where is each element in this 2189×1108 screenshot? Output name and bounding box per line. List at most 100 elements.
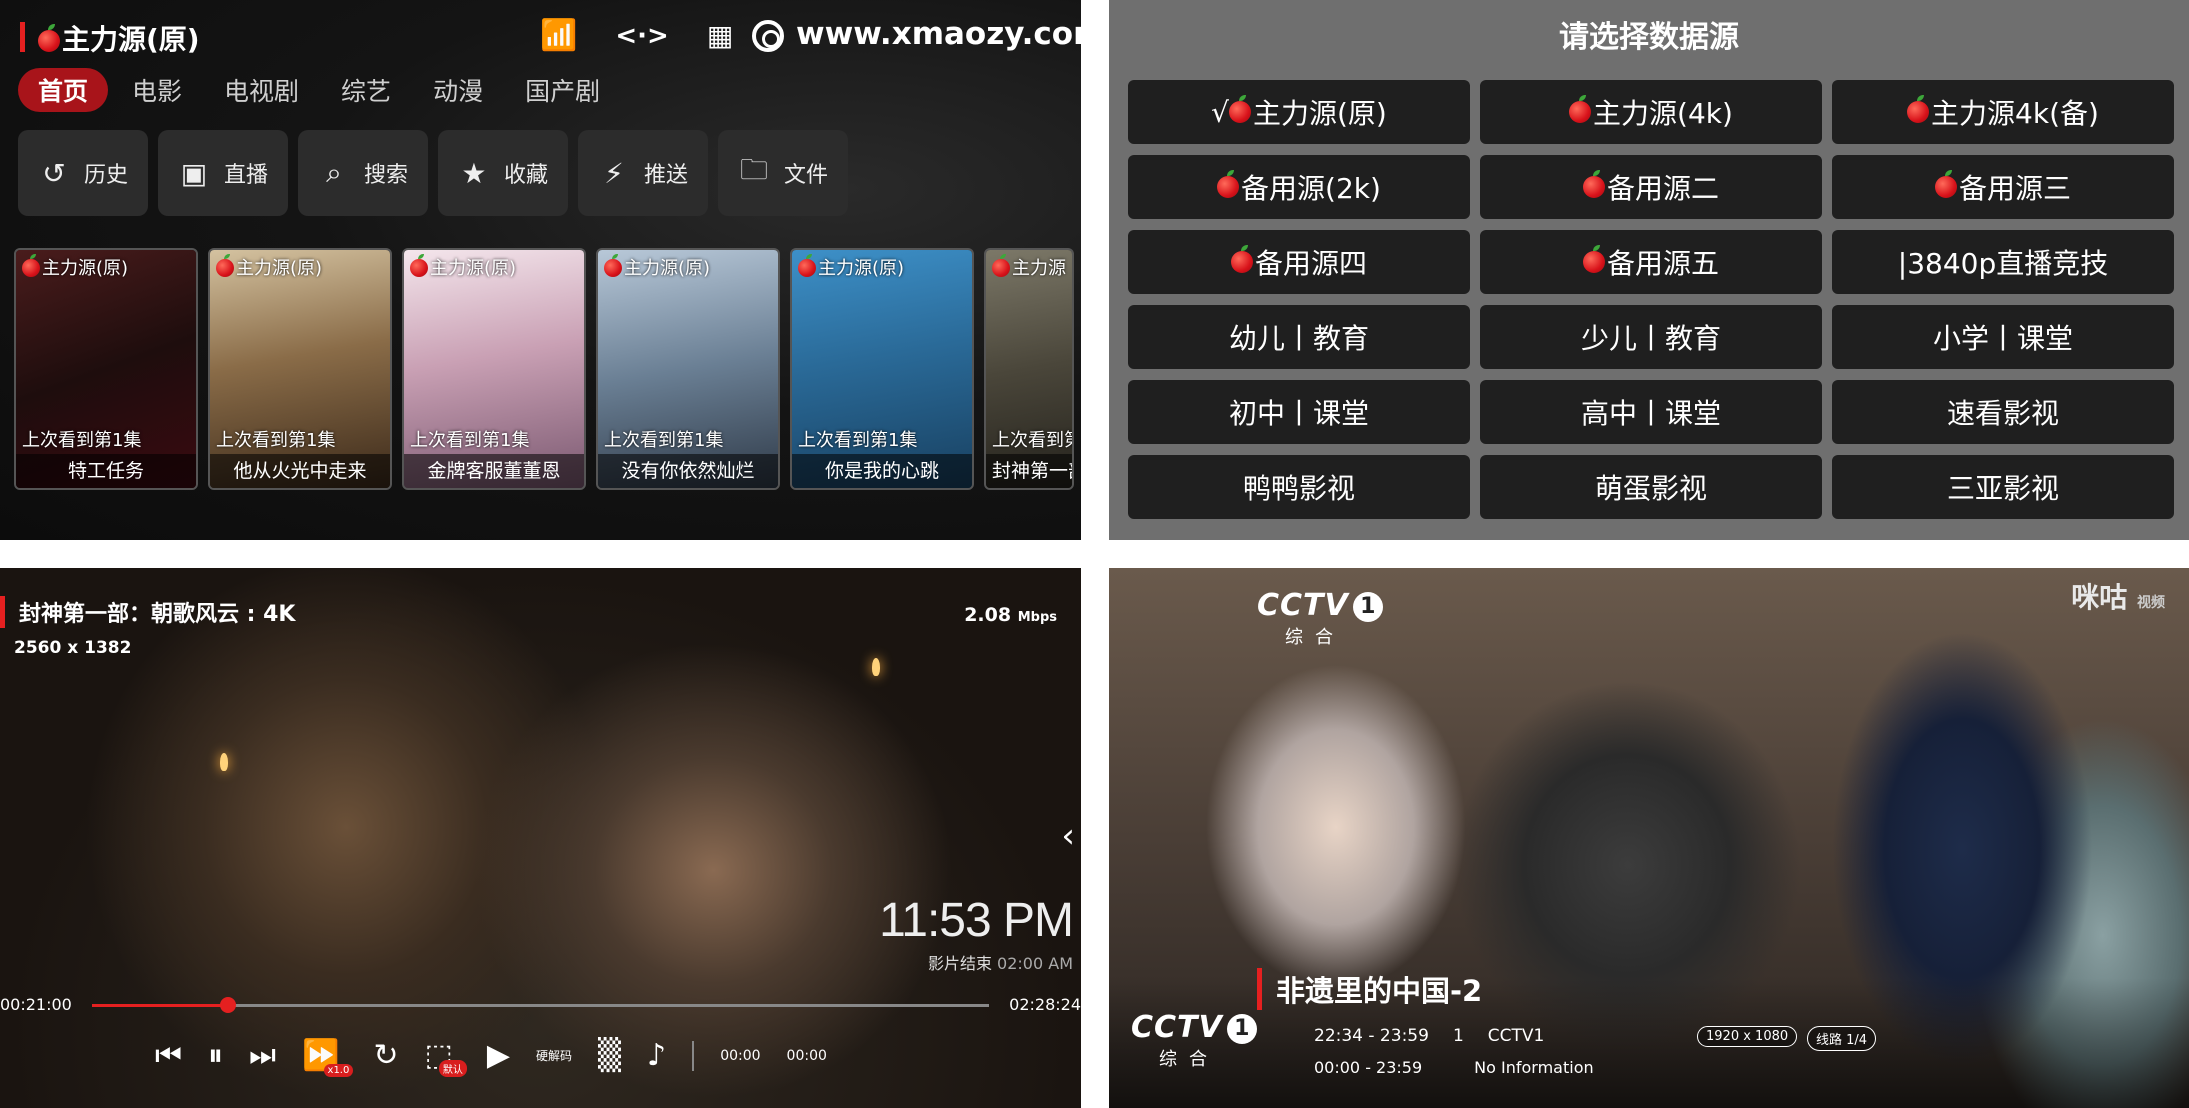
- poster-progress: 上次看到第1集: [604, 430, 724, 451]
- history-icon: ↺: [42, 156, 66, 190]
- channel-logo-sub: 综合: [1285, 627, 1345, 648]
- tab-domestic[interactable]: 国产剧: [507, 68, 618, 112]
- tab-home[interactable]: 首页: [18, 68, 109, 112]
- source-option[interactable]: |3840p直播竞技: [1832, 230, 2174, 294]
- gear-icon[interactable]: [752, 20, 784, 52]
- previous-icon[interactable]: ⏮: [155, 1038, 182, 1073]
- decoder-button[interactable]: 硬解码: [536, 1047, 572, 1064]
- tab-tv[interactable]: 电视剧: [206, 68, 317, 112]
- source-option[interactable]: 三亚影视: [1832, 455, 2174, 519]
- wifi-icon[interactable]: 📶: [540, 18, 577, 53]
- source-option-label: 备用源二: [1606, 172, 1719, 205]
- source-option[interactable]: 高中丨课堂: [1480, 380, 1822, 444]
- player-mode-icon[interactable]: ▶: [487, 1038, 510, 1073]
- tab-anime[interactable]: 动漫: [415, 68, 501, 112]
- program-title: 非遗里的中国-2: [1257, 968, 1482, 1010]
- subtitle-icon[interactable]: ▒: [598, 1038, 621, 1073]
- apple-icon: [1907, 95, 1930, 123]
- source-option[interactable]: 初中丨课堂: [1128, 380, 1470, 444]
- source-option[interactable]: 萌蛋影视: [1480, 455, 1822, 519]
- source-option[interactable]: 备用源(2k): [1128, 155, 1470, 219]
- seek-bar[interactable]: [92, 997, 989, 1013]
- pause-icon[interactable]: ⏸: [208, 1038, 223, 1073]
- skip-intro-time[interactable]: 00:00: [720, 1048, 760, 1064]
- source-option-label: 萌蛋影视: [1594, 472, 1707, 505]
- source-option[interactable]: 鸭鸭影视: [1128, 455, 1470, 519]
- source-option[interactable]: 主力源4k(备): [1832, 80, 2174, 144]
- code-icon[interactable]: <·>: [615, 21, 668, 51]
- source-option[interactable]: 幼儿丨教育: [1128, 305, 1470, 369]
- source-option[interactable]: 主力源(4k): [1480, 80, 1822, 144]
- poster-source: 主力源(原): [410, 254, 516, 280]
- replay-icon[interactable]: ↻: [373, 1038, 398, 1073]
- watermark-sub: 视频: [2137, 595, 2165, 611]
- poster-source: 主力源(原): [798, 254, 904, 280]
- quick-actions: ↺ 历史 ▣ 直播 ⌕ 搜索 ★ 收藏 ⚡ 推送 🗀 文件: [18, 130, 848, 216]
- grid-icon[interactable]: ▦: [707, 19, 733, 52]
- source-option[interactable]: 备用源五: [1480, 230, 1822, 294]
- poster-card[interactable]: 主力源 上次看到第4 封神第一部: [984, 248, 1074, 490]
- apple-icon: [798, 254, 816, 277]
- history-button[interactable]: ↺ 历史: [18, 130, 148, 216]
- tab-movies[interactable]: 电影: [114, 68, 200, 112]
- files-button[interactable]: 🗀 文件: [718, 130, 848, 216]
- apple-icon: [22, 254, 40, 277]
- poster-source: 主力源(原): [604, 254, 710, 280]
- live-button[interactable]: ▣ 直播: [158, 130, 288, 216]
- poster-title: 金牌客服董董恩: [404, 454, 584, 488]
- source-option[interactable]: √ 主力源(原): [1128, 80, 1470, 144]
- source-option[interactable]: 少儿丨教育: [1480, 305, 1822, 369]
- source-option-label: |3840p直播竞技: [1897, 247, 2109, 280]
- source-option-label: 备用源四: [1254, 247, 1367, 280]
- tab-variety[interactable]: 综艺: [323, 68, 409, 112]
- push-label: 推送: [643, 163, 688, 188]
- channel-logo-text: CCTV: [1257, 588, 1349, 623]
- speed-button[interactable]: ⏩ x1.0: [302, 1038, 354, 1077]
- audio-track-icon[interactable]: ♪: [647, 1038, 666, 1073]
- channel-logo-number: 1: [1226, 1014, 1257, 1044]
- source-option[interactable]: 备用源四: [1128, 230, 1470, 294]
- line-tag[interactable]: 线路 1/4: [1807, 1026, 1877, 1051]
- candle-flame: [872, 658, 880, 676]
- source-options: √ 主力源(原) 主力源(4k) 主力源4k(备) 备用源(2k) 备用源二 备用源三备用…: [1128, 80, 2174, 519]
- poster-progress: 上次看到第1集: [410, 430, 530, 451]
- poster-card[interactable]: 主力源(原) 上次看到第1集 你是我的心跳: [790, 248, 974, 490]
- chevron-left-icon[interactable]: ‹: [1061, 816, 1075, 856]
- channel-logo-sub: 综合: [1159, 1049, 1219, 1070]
- search-button[interactable]: ⌕ 搜索: [298, 130, 428, 216]
- aspect-button[interactable]: ⬚ 默认: [425, 1038, 467, 1077]
- candle-flame: [220, 753, 228, 771]
- apple-icon: [1228, 95, 1251, 123]
- apple-icon: [1582, 245, 1605, 273]
- bitrate-unit: Mbps: [1017, 610, 1057, 625]
- apple-icon: [216, 254, 234, 277]
- poster-card[interactable]: 主力源(原) 上次看到第1集 他从火光中走来: [208, 248, 392, 490]
- dialog-title: 请选择数据源: [1559, 20, 1739, 55]
- favorites-button[interactable]: ★ 收藏: [438, 130, 568, 216]
- source-option-label: 幼儿丨教育: [1228, 322, 1369, 355]
- source-option-label: 初中丨课堂: [1228, 397, 1369, 430]
- favorites-label: 收藏: [503, 163, 548, 188]
- push-button[interactable]: ⚡ 推送: [578, 130, 708, 216]
- current-source[interactable]: 主力源(原): [38, 18, 200, 58]
- source-option[interactable]: 备用源二: [1480, 155, 1822, 219]
- poster-card[interactable]: 主力源(原) 上次看到第1集 金牌客服董董恩: [402, 248, 586, 490]
- video-resolution: 2560 x 1382: [14, 638, 132, 658]
- source-option[interactable]: 小学丨课堂: [1832, 305, 2174, 369]
- source-option-label: 备用源三: [1958, 172, 2071, 205]
- next-icon[interactable]: ⏭: [249, 1038, 276, 1073]
- poster-title: 他从火光中走来: [210, 454, 390, 488]
- source-option[interactable]: 备用源三: [1832, 155, 2174, 219]
- elapsed-time: 00:21:00: [0, 995, 72, 1014]
- header-icons: 📶 <·> ▦: [540, 18, 733, 53]
- apple-icon: [992, 254, 1010, 277]
- source-option[interactable]: 速看影视: [1832, 380, 2174, 444]
- category-tabs: 首页 电影 电视剧 综艺 动漫 国产剧: [18, 68, 624, 112]
- poster-image: [16, 250, 196, 488]
- divider: [692, 1040, 695, 1071]
- poster-image: [792, 250, 972, 488]
- poster-card[interactable]: 主力源(原) 上次看到第1集 没有你依然灿烂: [596, 248, 780, 490]
- poster-card[interactable]: 主力源(原) 上次看到第1集 特工任务: [14, 248, 198, 490]
- skip-outro-time[interactable]: 00:00: [787, 1048, 827, 1064]
- apple-icon: [1217, 170, 1240, 198]
